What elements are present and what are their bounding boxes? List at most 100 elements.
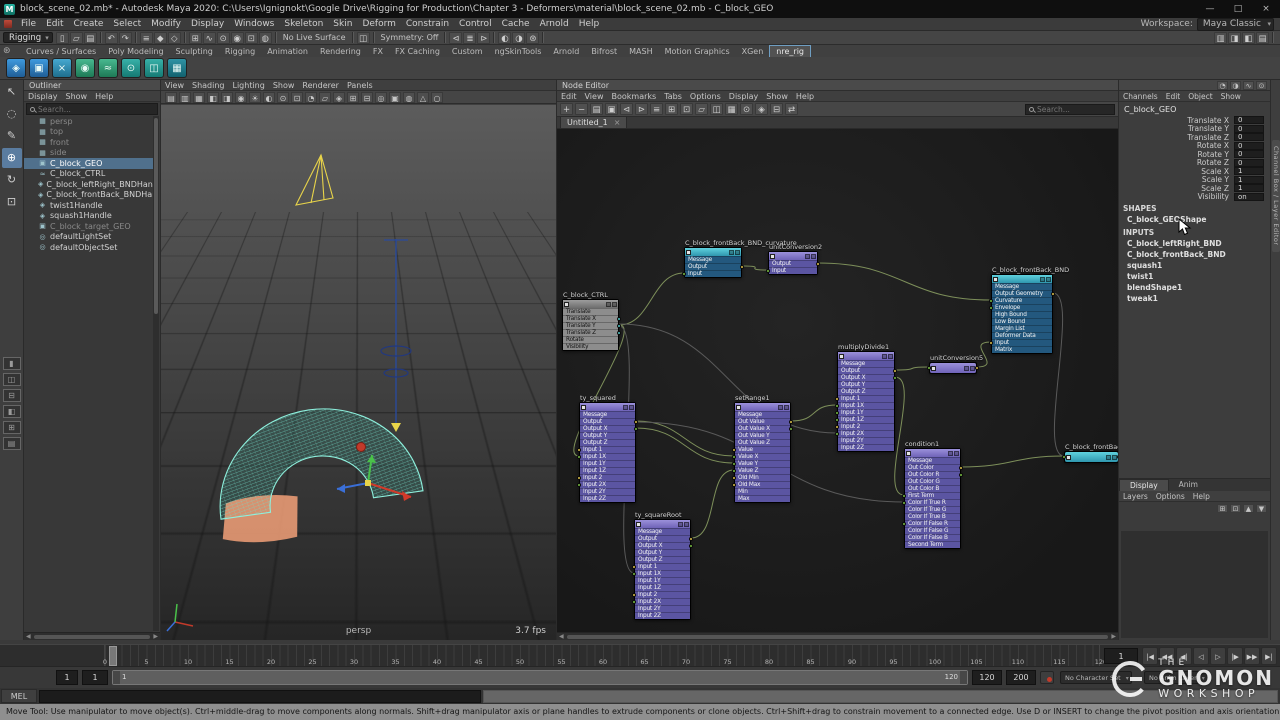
step-back-frame-button[interactable]: ◀|	[1176, 647, 1192, 665]
node-attr-row[interactable]: Message	[635, 528, 690, 535]
layer-tab-anim[interactable]: Anim	[1169, 479, 1208, 491]
mel-language-button[interactable]: MEL	[1, 689, 37, 703]
input-port[interactable]	[989, 299, 993, 303]
outliner-search[interactable]	[26, 103, 158, 115]
outliner-item-C_block_target_GEO[interactable]: ▣C_block_target_GEO	[24, 221, 153, 232]
current-frame-field[interactable]: 1	[1104, 648, 1138, 664]
node-attr-row[interactable]: Input 1X	[635, 570, 690, 577]
minimize-button[interactable]: —	[1196, 0, 1224, 18]
node-editor-tab[interactable]: Untitled_1 ×	[560, 116, 627, 128]
channel-box-menu-channels[interactable]: Channels	[1119, 92, 1162, 101]
node-attr-row[interactable]: Out Value	[735, 418, 790, 425]
channel-attribute-row[interactable]: Scale Z1	[1119, 184, 1270, 193]
input-connections-icon[interactable]: ⊲	[449, 32, 462, 44]
new-layer-selected-icon[interactable]: ⊡	[1230, 504, 1241, 513]
node-attr-row[interactable]: Translate Z	[563, 329, 618, 336]
node-attr-row[interactable]: Output X	[838, 374, 894, 381]
node-attr-row[interactable]: Out Value Z	[735, 439, 790, 446]
node-attr-row[interactable]: Input 2Z	[635, 612, 690, 619]
output-port[interactable]	[617, 317, 621, 321]
input-node-twist1[interactable]: twist1	[1119, 271, 1270, 282]
tab-close-icon[interactable]: ×	[614, 117, 621, 128]
output-port[interactable]	[893, 376, 897, 380]
output-port[interactable]	[1051, 292, 1055, 296]
range-slider-bar[interactable]: 1 120	[112, 670, 968, 685]
outliner-item-persp[interactable]: ▦persp	[24, 116, 153, 127]
node-attr-row[interactable]: Message	[905, 457, 960, 464]
twist-handle[interactable]	[381, 239, 411, 432]
new-scene-icon[interactable]: ▯	[56, 32, 69, 44]
scale-tool-icon[interactable]: ⊡	[2, 192, 22, 212]
channel-box-object-name[interactable]: C_block_GEO	[1119, 102, 1270, 116]
output-port[interactable]	[689, 537, 693, 541]
node-attr-row[interactable]: Output X	[580, 425, 635, 432]
node-attr-row[interactable]: Deformer Data	[992, 332, 1052, 339]
node-attr-row[interactable]: Input 1	[838, 395, 894, 402]
shelf-tab-mash[interactable]: MASH	[623, 46, 658, 57]
node-display-mode-icon[interactable]	[1106, 455, 1111, 460]
outliner-menu-help[interactable]: Help	[91, 92, 117, 101]
node-header[interactable]	[930, 363, 976, 373]
node-attr-row[interactable]: Message	[685, 256, 741, 263]
animation-end-field[interactable]: 200	[1006, 670, 1036, 685]
node-attr-row[interactable]: Input	[992, 339, 1052, 346]
node-attr-row[interactable]: Translate X	[563, 315, 618, 322]
menu-skeleton[interactable]: Skeleton	[279, 18, 328, 31]
bookmarks-icon[interactable]: ▥	[179, 92, 191, 103]
workspace-selector[interactable]: Workspace: Maya Classic	[1141, 18, 1280, 31]
oversan-icon[interactable]: ◨	[221, 92, 233, 103]
graph-input-icon[interactable]: ⊲	[620, 103, 633, 115]
node-attr-row[interactable]: Input 1Z	[838, 416, 894, 423]
node-attr-row[interactable]: Out Value X	[735, 425, 790, 432]
redo-icon[interactable]: ↷	[119, 32, 132, 44]
node-enable-checkbox-icon[interactable]	[564, 302, 569, 307]
input-port[interactable]	[835, 411, 839, 415]
remove-node-icon[interactable]: −	[575, 103, 588, 115]
input-port[interactable]	[835, 418, 839, 422]
tool-settings-toggle-icon[interactable]: ◧	[1242, 32, 1255, 44]
menu-edit[interactable]: Edit	[41, 18, 68, 31]
node-header[interactable]	[735, 403, 790, 411]
channel-attribute-row[interactable]: Translate X0	[1119, 116, 1270, 125]
output-port[interactable]	[1117, 455, 1118, 459]
anim-layer-selector[interactable]: No Anim Layer	[1144, 671, 1208, 684]
channel-value-field[interactable]: 0	[1234, 142, 1264, 150]
node-editor-menu-edit[interactable]: Edit	[557, 92, 581, 101]
node-enable-checkbox-icon[interactable]	[839, 354, 844, 359]
node-editor-menu-view[interactable]: View	[581, 92, 608, 101]
input-port[interactable]	[577, 476, 581, 480]
arch-mesh[interactable]	[207, 396, 427, 548]
playhead[interactable]	[109, 646, 117, 666]
node-attr-row[interactable]: Input	[769, 267, 817, 274]
save-scene-icon[interactable]: ▤	[84, 32, 97, 44]
range-handle-right[interactable]	[960, 671, 967, 684]
select-component-icon[interactable]: ◇	[168, 32, 181, 44]
node-expand-icon[interactable]	[888, 354, 893, 359]
node-display-mode-icon[interactable]	[948, 451, 953, 456]
channel-attribute-row[interactable]: Scale Y1	[1119, 176, 1270, 185]
node-attr-row[interactable]: Output Geometry	[992, 290, 1052, 297]
node-attr-row[interactable]: Out Color B	[905, 485, 960, 492]
outliner-item-squash1Handle[interactable]: ◈squash1Handle	[24, 211, 153, 222]
input-port[interactable]	[902, 522, 906, 526]
hyperbolic-icon[interactable]: ∿	[1243, 81, 1254, 90]
node-unitConversion5[interactable]: unitConversion5	[929, 362, 977, 374]
node-display-mode-icon[interactable]	[623, 405, 628, 410]
close-button[interactable]: ×	[1252, 0, 1280, 18]
outliner-menu-display[interactable]: Display	[24, 92, 62, 101]
input-port[interactable]	[835, 404, 839, 408]
node-expand-icon[interactable]	[1046, 277, 1051, 282]
layout-preset-2[interactable]: ◫	[3, 373, 21, 386]
node-editor-menu-show[interactable]: Show	[762, 92, 792, 101]
outliner-menu-show[interactable]: Show	[62, 92, 92, 101]
connected-view-icon[interactable]: ◫	[710, 103, 723, 115]
add-node-icon[interactable]: +	[560, 103, 573, 115]
shape-node-item[interactable]: C_block_GEOShape	[1119, 214, 1270, 225]
full-view-icon[interactable]: ▦	[725, 103, 738, 115]
node-attr-row[interactable]: Output	[580, 418, 635, 425]
outliner-item-C_block_CTRL[interactable]: ≈C_block_CTRL	[24, 169, 153, 180]
layer-menu-layers[interactable]: Layers	[1119, 492, 1152, 501]
time-slider-ticks[interactable]: 0510152025303540455055606570758085909510…	[104, 645, 1100, 667]
node-attr-row[interactable]: Message	[838, 360, 894, 367]
node-attr-row[interactable]: Input 2X	[838, 430, 894, 437]
